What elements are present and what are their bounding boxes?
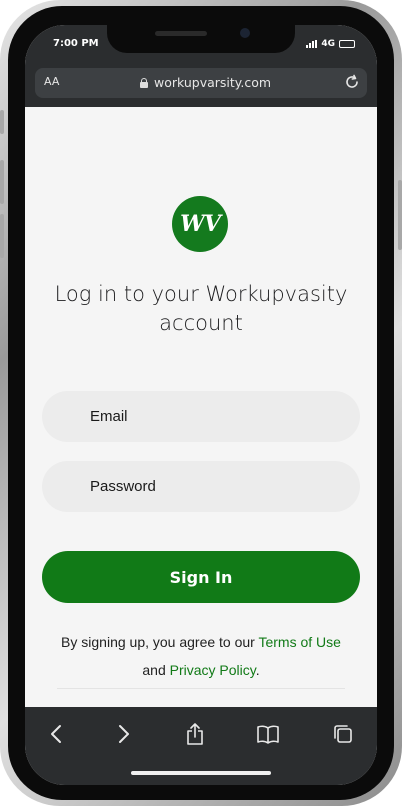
email-field[interactable] (42, 391, 360, 442)
divider (57, 688, 345, 689)
and-text: and (142, 662, 170, 678)
page-title: Log in to your Workupvasity account (25, 280, 377, 338)
title-line-1: Log in to your Workupvasity (54, 282, 348, 306)
power-button (398, 180, 402, 250)
battery-icon (339, 40, 355, 48)
url-text: workupvarsity.com (154, 75, 272, 90)
reload-icon[interactable] (343, 73, 361, 95)
forward-icon[interactable] (111, 721, 137, 747)
period: . (255, 662, 260, 678)
text-size-button[interactable]: AA (44, 75, 59, 88)
bookmarks-icon[interactable] (255, 721, 281, 747)
url-display[interactable]: workupvarsity.com (140, 75, 271, 90)
status-indicators: 4G (306, 39, 355, 49)
silent-switch (0, 110, 4, 134)
signal-icon (306, 40, 318, 48)
title-line-2: account (159, 311, 243, 335)
volume-down-button (0, 214, 4, 258)
share-icon[interactable] (182, 721, 208, 747)
sign-in-button[interactable]: Sign In (42, 551, 360, 603)
agree-prefix: By signing up, you agree to our (61, 634, 259, 650)
terms-line-1: By signing up, you agree to our Terms of… (25, 628, 377, 656)
volume-up-button (0, 160, 4, 204)
browser-chrome: 7:00 PM 4G AA workupvarsity.com (25, 25, 377, 107)
wv-logo: WV (172, 196, 228, 252)
browser-toolbar (25, 707, 377, 785)
back-icon[interactable] (43, 721, 69, 747)
terms-notice: By signing up, you agree to our Terms of… (25, 628, 377, 684)
terms-line-2: and Privacy Policy. (25, 656, 377, 684)
terms-of-use-link[interactable]: Terms of Use (258, 634, 340, 650)
tabs-icon[interactable] (330, 721, 356, 747)
network-label: 4G (321, 39, 335, 49)
logo-text: WV (180, 211, 221, 237)
status-time: 7:00 PM (53, 38, 99, 49)
address-bar[interactable]: AA workupvarsity.com (35, 68, 367, 98)
notch (107, 25, 295, 53)
speaker (155, 31, 207, 36)
camera-icon (240, 28, 250, 38)
privacy-policy-link[interactable]: Privacy Policy (170, 662, 256, 678)
password-field[interactable] (42, 461, 360, 512)
phone-screen: 7:00 PM 4G AA workupvarsity.com WV Log i… (25, 25, 377, 785)
lock-icon (140, 77, 148, 88)
home-indicator[interactable] (131, 771, 271, 775)
